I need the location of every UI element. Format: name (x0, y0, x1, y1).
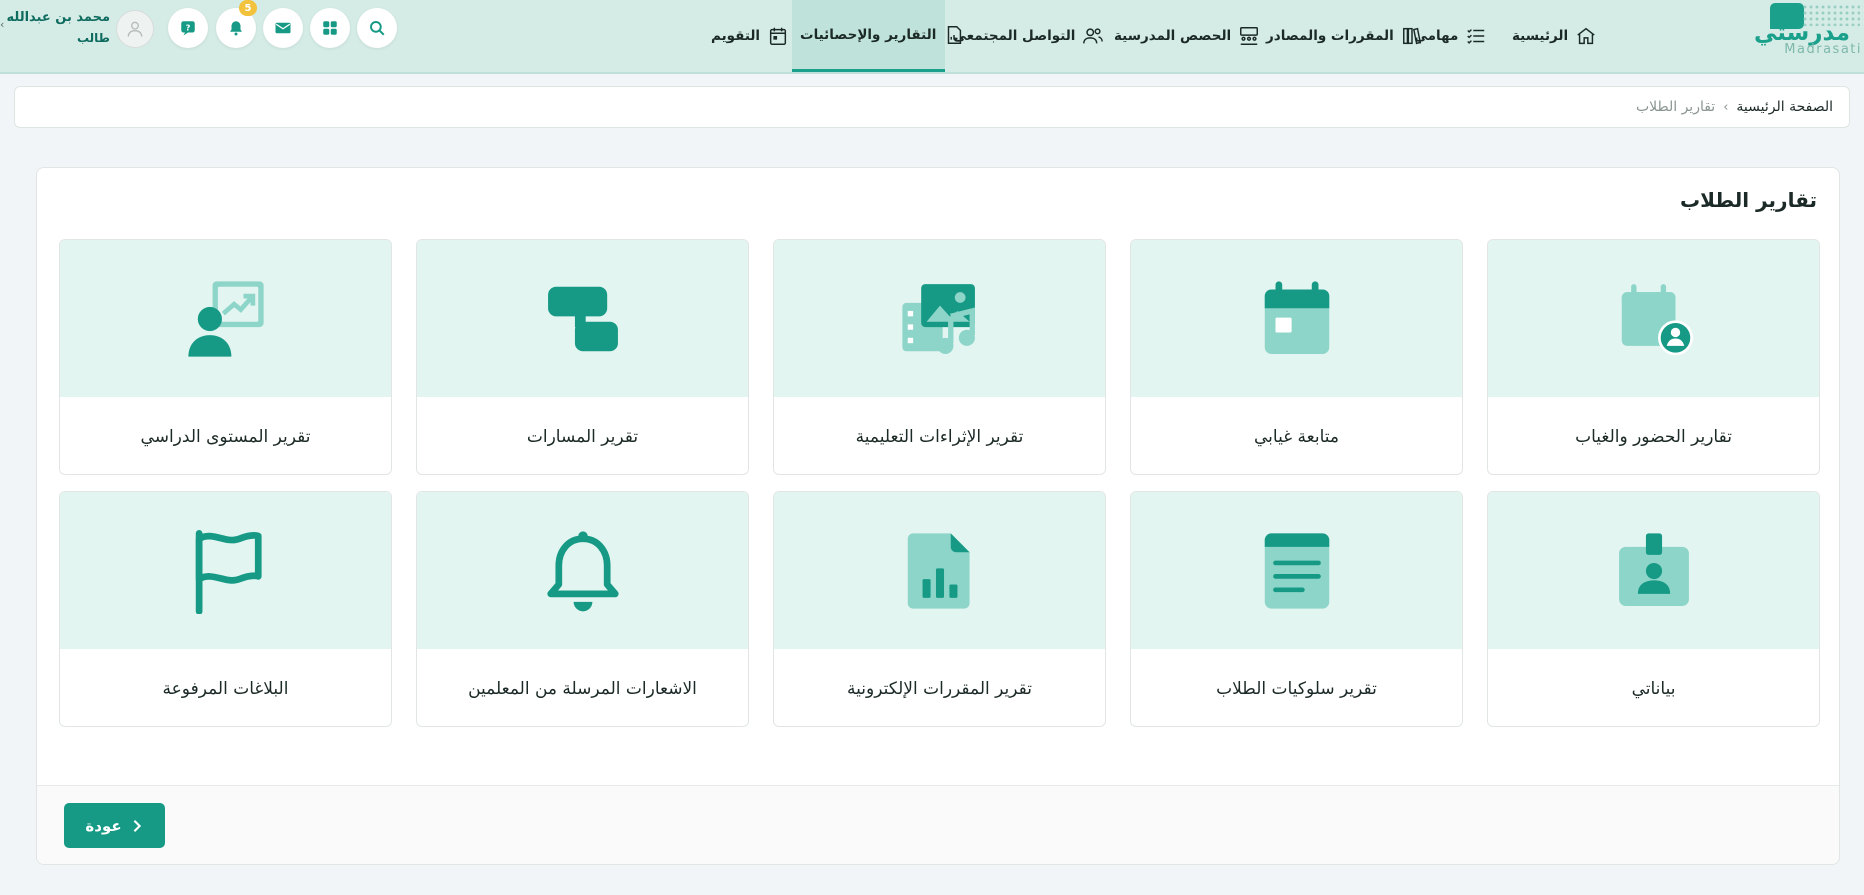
id-badge-icon (1618, 532, 1689, 606)
user-name[interactable]: محمد بن عبدالله (6, 10, 111, 25)
card-academic-level-report[interactable]: تقرير المستوى الدراسي (59, 239, 392, 475)
bell-outline-icon (546, 530, 619, 611)
card-behaviors-report[interactable]: تقرير سلوكيات الطلاب (1130, 491, 1463, 727)
card-icon-area (1488, 240, 1819, 397)
card-icon-area (60, 240, 391, 397)
card-label: البلاغات المرفوعة (162, 678, 289, 699)
panel-footer: عودة (37, 785, 1839, 864)
breadcrumb-home-link[interactable]: الصفحة الرئيسية (1736, 99, 1833, 115)
back-button[interactable]: عودة (64, 803, 165, 848)
card-elearning-report[interactable]: تقرير المقررات الإلكترونية (773, 491, 1106, 727)
card-icon-area (774, 240, 1105, 397)
nav-item-courses[interactable]: المقررات والمصادر (1258, 0, 1431, 72)
card-icon-area (1131, 240, 1462, 397)
mail-icon (275, 22, 291, 34)
page-title: تقارير الطلاب (1680, 188, 1817, 212)
breadcrumb-current: تقارير الطلاب (1635, 99, 1716, 115)
calendar-icon (769, 27, 787, 45)
nav-item-reports[interactable]: التقارير والإحصائيات (792, 0, 962, 72)
madrasati-logo[interactable]: مدرستي Madrasati (1754, 0, 1864, 74)
card-paths-report[interactable]: تقرير المسارات (416, 239, 749, 475)
card-label: تقرير المسارات (526, 426, 639, 447)
card-icon-area (1131, 492, 1462, 649)
home-icon (1577, 27, 1595, 45)
card-icon-area (417, 240, 748, 397)
media-enrichment-icon (901, 283, 975, 354)
chevron-right-icon (133, 819, 141, 832)
paths-icon (547, 286, 618, 351)
card-teacher-notifications[interactable]: الاشعارات المرسلة من المعلمين (416, 491, 749, 727)
notes-icon (1264, 532, 1329, 609)
apps-button[interactable] (310, 8, 350, 48)
card-label: تقرير المقررات الإلكترونية (847, 678, 1032, 699)
svg-text:?: ? (186, 22, 191, 32)
help-icon: ? (181, 21, 195, 36)
nav-item-classes[interactable]: الحصص المدرسية (1106, 0, 1268, 72)
card-label: بياناتي (1631, 678, 1676, 699)
help-button[interactable]: ? (168, 8, 208, 48)
nav-item-label: التقارير والإحصائيات (800, 26, 937, 43)
back-button-label: عودة (85, 816, 122, 835)
card-my-data[interactable]: بياناتي (1487, 491, 1820, 727)
card-label: تقرير الإثراءات التعليمية (855, 426, 1024, 447)
logo-latin-text: Madrasati (1784, 42, 1862, 57)
user-icon (127, 21, 143, 37)
nav-item-label: الحصص المدرسية (1114, 28, 1232, 44)
card-icon-area (1488, 492, 1819, 649)
nav-item-home[interactable]: الرئيسية (1504, 0, 1605, 72)
nav-item-community[interactable]: التواصل المجتمعي (945, 0, 1112, 72)
nav-item-label: الرئيسية (1512, 28, 1569, 44)
card-my-absence[interactable]: متابعة غيابي (1130, 239, 1463, 475)
search-icon (370, 21, 385, 36)
nav-item-calendar[interactable]: التقويم (703, 0, 797, 72)
breadcrumb: الصفحة الرئيسية › تقارير الطلاب (14, 86, 1850, 128)
card-label: متابعة غيابي (1254, 426, 1339, 447)
nav-item-label: التواصل المجتمعي (953, 28, 1076, 44)
card-label: تقارير الحضور والغياب (1575, 426, 1732, 447)
nav-item-label: التقويم (711, 28, 761, 44)
books-icon (1402, 27, 1421, 45)
notification-count-badge: 5 (239, 0, 257, 16)
card-attendance-reports[interactable]: تقارير الحضور والغياب (1487, 239, 1820, 475)
top-navigation-bar: مدرستي Madrasati الرئيسية مهامي المقررات… (0, 0, 1864, 74)
search-button[interactable] (357, 8, 397, 48)
user-avatar[interactable] (116, 10, 154, 48)
reports-panel: تقارير الطلاب تقارير الحضور والغياب متاب… (36, 167, 1840, 865)
card-enrichment-report[interactable]: تقرير الإثراءات التعليمية (773, 239, 1106, 475)
card-submitted-reports[interactable]: البلاغات المرفوعة (59, 491, 392, 727)
apps-grid-icon (323, 21, 337, 35)
messages-button[interactable] (263, 8, 303, 48)
classroom-icon (1240, 27, 1259, 45)
file-chart-icon (907, 532, 970, 609)
flag-icon (195, 529, 262, 614)
user-role: طالب (76, 31, 110, 45)
community-icon (1083, 28, 1104, 44)
breadcrumb-separator: › (1723, 99, 1729, 115)
student-progress-icon (187, 280, 264, 357)
notifications-button[interactable]: 5 (216, 0, 257, 48)
attendance-calendar-icon (1621, 283, 1693, 355)
card-icon-area (417, 492, 748, 649)
card-label: الاشعارات المرسلة من المعلمين (468, 678, 697, 699)
calendar-day-icon (1264, 280, 1329, 354)
chevron-down-icon[interactable]: ‹ (0, 18, 4, 31)
card-label: تقرير المستوى الدراسي (140, 426, 311, 447)
report-icon (948, 25, 962, 44)
card-icon-area (60, 492, 391, 649)
nav-item-label: المقررات والمصادر (1266, 28, 1394, 44)
card-label: تقرير سلوكيات الطلاب (1216, 678, 1377, 699)
bell-icon (230, 21, 242, 36)
tasks-icon (1467, 29, 1485, 44)
card-icon-area (774, 492, 1105, 649)
